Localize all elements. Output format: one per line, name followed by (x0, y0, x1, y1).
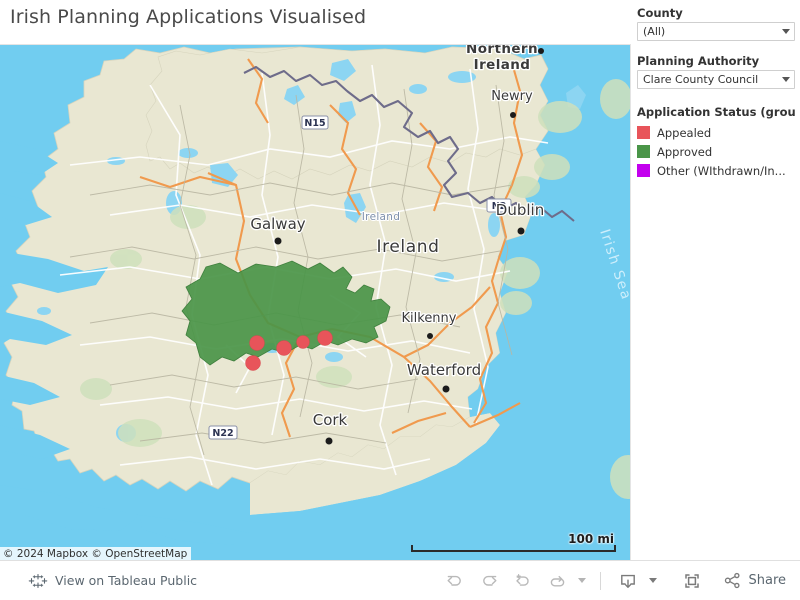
map-scale-bar: 100 mi (411, 532, 616, 552)
undo-button[interactable] (438, 566, 472, 596)
map-canvas[interactable]: N15 N2 N22 Northern Ireland Newry Irelan… (0, 44, 630, 561)
refresh-icon (551, 575, 565, 586)
svg-text:Ireland: Ireland (377, 237, 440, 257)
county-filter-value: (All) (643, 25, 666, 38)
legend-label: Other (WIthdrawn/In... (657, 163, 786, 178)
planning-authority-filter-dropdown[interactable]: Clare County Council (637, 70, 795, 89)
svg-text:Dublin: Dublin (496, 201, 544, 219)
legend-item-other[interactable]: Other (WIthdrawn/In... (637, 161, 796, 180)
legend-swatch (637, 126, 650, 139)
refresh-dropdown-caret[interactable] (574, 566, 590, 596)
chevron-down-icon[interactable] (778, 71, 794, 88)
planning-authority-filter-label: Planning Authority (637, 54, 760, 68)
legend-title: Application Status (group... (637, 105, 795, 119)
share-icon (725, 572, 741, 589)
download-icon (621, 574, 636, 588)
redo-icon (483, 575, 497, 586)
legend-swatch (637, 145, 650, 158)
legend-label: Approved (657, 144, 713, 159)
county-filter-dropdown[interactable]: (All) (637, 22, 795, 41)
svg-text:Ireland: Ireland (474, 57, 531, 73)
svg-text:Northern: Northern (466, 45, 538, 57)
toolbar-divider (600, 571, 602, 590)
road-shield-n15: N15 (301, 115, 329, 130)
download-dropdown-caret[interactable] (645, 566, 661, 596)
svg-text:Galway: Galway (250, 215, 305, 233)
page-title: Irish Planning Applications Visualised (10, 6, 367, 28)
svg-text:N22: N22 (212, 428, 233, 439)
legend-item-approved[interactable]: Approved (637, 142, 796, 161)
fullscreen-button[interactable] (675, 566, 709, 596)
scale-label: 100 mi (568, 532, 614, 546)
map-graphic: N15 N2 N22 Northern Ireland Newry Irelan… (0, 45, 630, 561)
legend-item-appealed[interactable]: Appealed (637, 123, 796, 142)
fullscreen-icon (685, 573, 700, 588)
road-shield-n22: N22 (208, 425, 238, 440)
dashboard-root: Irish Planning Applications Visualised N… (0, 0, 800, 600)
bottom-toolbar: View on Tableau Public Share (0, 560, 800, 600)
redo-button[interactable] (472, 566, 506, 596)
filter-panel: County (All) Planning Authority Clare Co… (631, 0, 800, 561)
svg-text:Waterford: Waterford (407, 361, 481, 379)
county-filter-label: County (637, 6, 683, 20)
status-legend: Application Status (group... Appealed Ap… (637, 105, 796, 180)
revert-icon (516, 573, 530, 586)
legend-label: Appealed (657, 125, 712, 140)
svg-text:Newry: Newry (491, 89, 533, 104)
undo-icon (447, 575, 462, 586)
legend-swatch (637, 164, 650, 177)
chevron-down-icon[interactable] (778, 23, 794, 40)
share-label: Share (748, 573, 786, 588)
map-attribution: © 2024 Mapbox © OpenStreetMap (0, 547, 192, 561)
planning-authority-filter-value: Clare County Council (643, 73, 759, 86)
toolbar-actions: Share (438, 566, 800, 596)
tableau-link-label: View on Tableau Public (55, 573, 198, 588)
svg-text:Ireland: Ireland (362, 211, 400, 223)
refresh-button[interactable] (540, 566, 574, 596)
svg-text:Cork: Cork (313, 411, 348, 429)
svg-text:Kilkenny: Kilkenny (402, 311, 457, 326)
svg-text:N15: N15 (304, 118, 325, 129)
share-button[interactable]: Share (723, 571, 786, 590)
tableau-public-icon (28, 573, 48, 588)
view-on-tableau-public-link[interactable]: View on Tableau Public (0, 571, 197, 591)
revert-button[interactable] (506, 566, 540, 596)
scale-bar-line (411, 545, 616, 552)
download-button[interactable] (611, 566, 645, 596)
